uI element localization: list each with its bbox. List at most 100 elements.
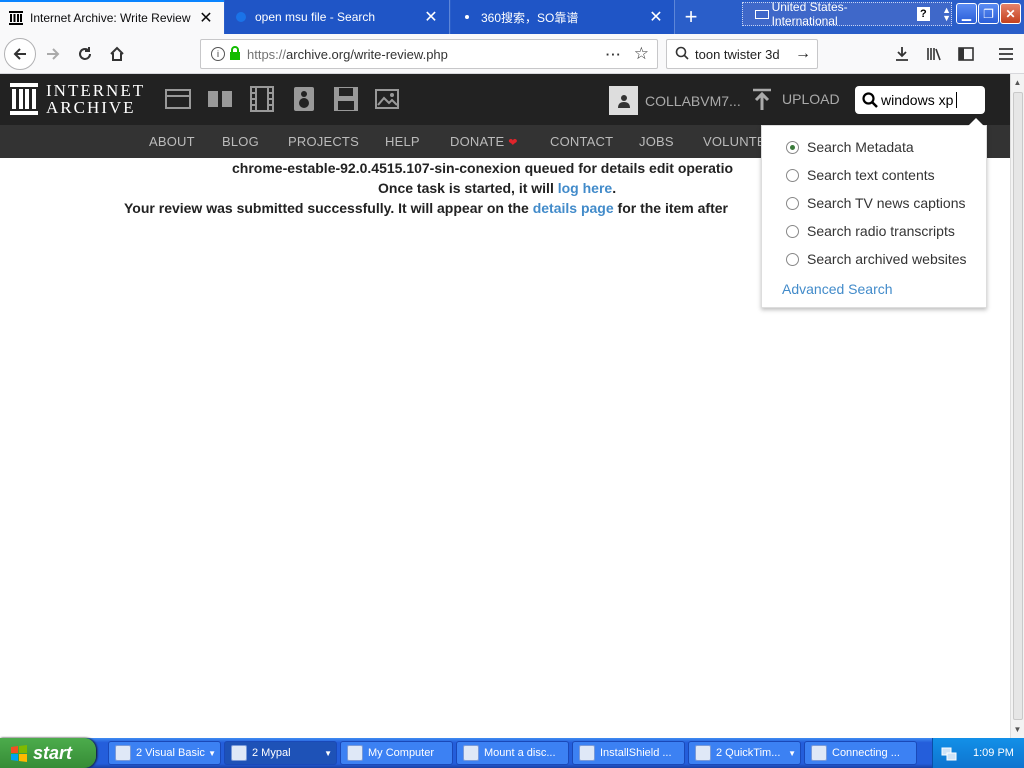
radio-unselected[interactable] bbox=[786, 252, 799, 266]
browser-search-bar[interactable]: toon twister 3d → bbox=[666, 39, 818, 69]
ia-search-input[interactable]: windows xp bbox=[855, 86, 985, 114]
nav-donate[interactable]: DONATE ❤ bbox=[450, 134, 518, 149]
task-quicktime[interactable]: 2 QuickTim... ▼ bbox=[688, 741, 801, 765]
close-tab-icon[interactable]: ✕ bbox=[646, 7, 666, 27]
task-my-computer[interactable]: My Computer bbox=[340, 741, 453, 765]
option-search-metadata[interactable]: Search Metadata bbox=[786, 139, 914, 155]
option-search-websites[interactable]: Search archived websites bbox=[786, 251, 967, 267]
navigation-toolbar: i https:// archive.org/write-review.php … bbox=[0, 34, 1024, 74]
bookmark-star-icon[interactable]: ☆ bbox=[634, 44, 649, 64]
network-icon[interactable] bbox=[941, 745, 957, 761]
sidebar-icon[interactable] bbox=[952, 39, 980, 69]
texts-icon[interactable] bbox=[207, 86, 233, 112]
ia-logo[interactable]: INTERNET ARCHIVE bbox=[10, 82, 145, 116]
task-label: Connecting ... bbox=[832, 747, 900, 759]
back-button[interactable] bbox=[4, 38, 36, 70]
lock-icon[interactable] bbox=[229, 45, 241, 63]
advanced-search-link[interactable]: Advanced Search bbox=[782, 281, 893, 297]
task-label: 2 Visual Basic bbox=[136, 747, 205, 759]
search-icon bbox=[675, 46, 689, 63]
task-mount-disc[interactable]: Mount a disc... bbox=[456, 741, 569, 765]
username: COLLABVM7... bbox=[645, 92, 741, 109]
scroll-up-icon[interactable]: ▲ bbox=[1011, 74, 1024, 91]
nav-blog[interactable]: BLOG bbox=[222, 134, 259, 149]
start-button[interactable]: start bbox=[0, 738, 96, 768]
images-icon[interactable] bbox=[375, 86, 401, 112]
archive-favicon-icon bbox=[8, 10, 24, 26]
radio-unselected[interactable] bbox=[786, 224, 799, 238]
new-tab-button[interactable]: + bbox=[676, 0, 706, 34]
help-icon[interactable]: ? bbox=[916, 7, 931, 21]
task-installshield[interactable]: InstallShield ... bbox=[572, 741, 685, 765]
log-here-link[interactable]: log here bbox=[558, 180, 612, 196]
menu-icon[interactable] bbox=[992, 39, 1020, 69]
restore-button[interactable]: ❐ bbox=[978, 3, 999, 24]
disc-icon bbox=[463, 745, 479, 761]
radio-unselected[interactable] bbox=[786, 168, 799, 182]
close-tab-icon[interactable]: ✕ bbox=[196, 8, 216, 28]
page-actions-icon[interactable]: ··· bbox=[606, 47, 622, 62]
windows-flag-icon bbox=[11, 745, 27, 762]
forward-button[interactable] bbox=[38, 39, 68, 69]
downloads-icon[interactable] bbox=[888, 39, 916, 69]
reload-button[interactable] bbox=[70, 39, 100, 69]
option-label: Search radio transcripts bbox=[807, 223, 955, 239]
tab-open-msu-search[interactable]: open msu file - Search ✕ bbox=[225, 0, 450, 34]
search-icon bbox=[862, 92, 878, 108]
tab-label: 360搜索，SO靠谱 bbox=[481, 10, 579, 25]
language-bar[interactable]: United States-International ? ▲ ▼ bbox=[742, 0, 952, 28]
search-options-dropdown: Search Metadata Search text contents Sea… bbox=[761, 118, 987, 308]
upload-button[interactable]: UPLOAD bbox=[752, 88, 840, 110]
review-message-suffix: for the item after bbox=[613, 200, 728, 216]
task-visual-basic[interactable]: 2 Visual Basic ▼ bbox=[108, 741, 221, 765]
upload-label: UPLOAD bbox=[782, 91, 840, 107]
task-label: My Computer bbox=[368, 747, 435, 759]
options-arrows-icon[interactable]: ▲ ▼ bbox=[942, 6, 951, 23]
option-label: Search Metadata bbox=[807, 139, 914, 155]
archive-temple-icon bbox=[10, 83, 38, 115]
option-label: Search TV news captions bbox=[807, 195, 966, 211]
text-caret bbox=[956, 92, 958, 108]
scroll-thumb[interactable] bbox=[1013, 92, 1023, 720]
url-bar[interactable]: i https:// archive.org/write-review.php … bbox=[200, 39, 658, 69]
start-label: start bbox=[33, 742, 73, 763]
vertical-scrollbar[interactable]: ▲ ▼ bbox=[1010, 74, 1024, 738]
option-search-text[interactable]: Search text contents bbox=[786, 167, 935, 183]
clock[interactable]: 1:09 PM bbox=[973, 747, 1014, 759]
home-button[interactable] bbox=[102, 39, 132, 69]
logo-line-2: ARCHIVE bbox=[46, 98, 136, 117]
nav-about[interactable]: ABOUT bbox=[149, 134, 195, 149]
upload-icon bbox=[753, 88, 771, 110]
installshield-icon bbox=[579, 745, 595, 761]
nav-contact[interactable]: CONTACT bbox=[550, 134, 613, 149]
nav-help[interactable]: HELP bbox=[385, 134, 420, 149]
nav-volunteer[interactable]: VOLUNTE bbox=[703, 134, 766, 149]
keyboard-icon bbox=[755, 9, 769, 19]
close-tab-icon[interactable]: ✕ bbox=[421, 7, 441, 27]
task-mypal[interactable]: 2 Mypal ▼ bbox=[224, 741, 337, 765]
option-label: Search text contents bbox=[807, 167, 935, 183]
search-go-icon[interactable]: → bbox=[795, 45, 811, 63]
scroll-down-icon[interactable]: ▼ bbox=[1011, 721, 1024, 738]
details-page-link[interactable]: details page bbox=[533, 200, 614, 216]
option-search-radio[interactable]: Search radio transcripts bbox=[786, 223, 955, 239]
video-icon[interactable] bbox=[249, 86, 275, 112]
tab-360-search[interactable]: 360搜索，SO靠谱 ✕ bbox=[451, 0, 675, 34]
minimize-button[interactable]: ▁ bbox=[956, 3, 977, 24]
nav-jobs[interactable]: JOBS bbox=[639, 134, 674, 149]
radio-selected[interactable] bbox=[786, 140, 799, 154]
task-label: Mount a disc... bbox=[484, 747, 556, 759]
nav-projects[interactable]: PROJECTS bbox=[288, 134, 359, 149]
option-search-tv[interactable]: Search TV news captions bbox=[786, 195, 966, 211]
web-icon[interactable] bbox=[165, 86, 191, 112]
account-menu[interactable]: COLLABVM7... bbox=[609, 86, 741, 115]
radio-unselected[interactable] bbox=[786, 196, 799, 210]
tab-strip: Internet Archive: Write Review ✕ open ms… bbox=[0, 0, 1024, 34]
info-icon[interactable]: i bbox=[211, 47, 225, 61]
task-connecting[interactable]: Connecting ... bbox=[804, 741, 917, 765]
software-icon[interactable] bbox=[333, 86, 359, 112]
audio-icon[interactable] bbox=[291, 86, 317, 112]
tab-internet-archive[interactable]: Internet Archive: Write Review ✕ bbox=[0, 0, 224, 34]
library-icon[interactable] bbox=[920, 39, 948, 69]
close-window-button[interactable]: ✕ bbox=[1000, 3, 1021, 24]
